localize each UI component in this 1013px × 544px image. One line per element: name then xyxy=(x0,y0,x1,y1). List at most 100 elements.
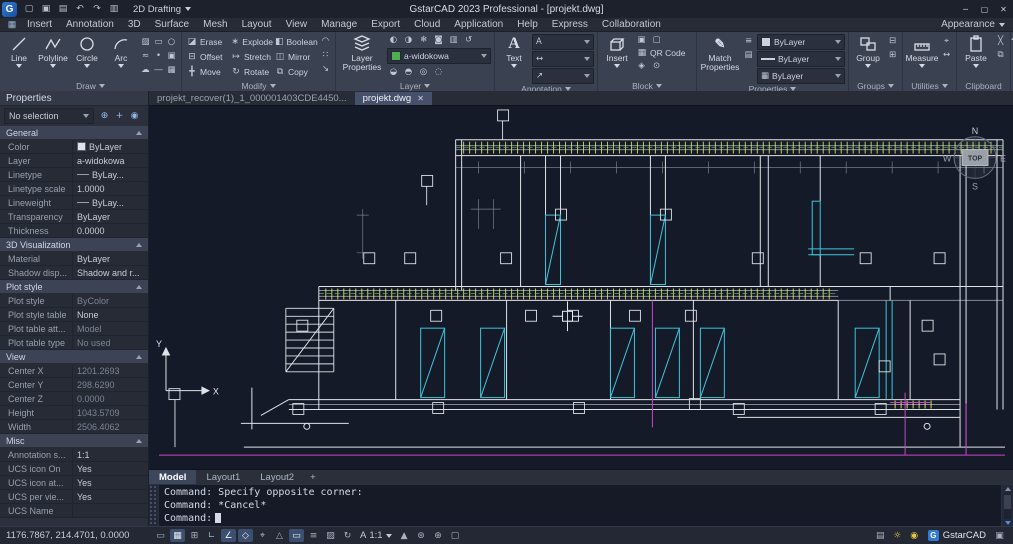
explode-button[interactable]: ∗ Explode xyxy=(229,34,273,49)
property-row[interactable]: Center X 1201.2693 xyxy=(0,364,148,378)
collapse-icon[interactable] xyxy=(136,131,142,135)
model-layout-icon[interactable]: ▭ xyxy=(153,529,168,542)
osnap-icon[interactable]: ◇ xyxy=(238,529,253,542)
tab-layout1[interactable]: Layout1 xyxy=(196,470,250,484)
drawing-tab-active[interactable]: projekt.dwg ✕ xyxy=(355,92,432,105)
section-header-plot-style[interactable]: Plot style xyxy=(0,280,148,294)
dyn-icon[interactable]: ▭ xyxy=(289,529,304,542)
minimize-button[interactable]: ─ xyxy=(956,0,975,18)
ducs-icon[interactable]: △ xyxy=(272,529,287,542)
property-row[interactable]: UCS icon at... Yes xyxy=(0,476,148,490)
point-icon[interactable]: • xyxy=(152,50,165,62)
layer-combo[interactable]: a-widokowa xyxy=(387,48,491,64)
match-properties-button[interactable]: ✎ Match Properties xyxy=(700,34,740,72)
boolean-button[interactable]: ◧ Boolean xyxy=(273,34,317,49)
array-icon[interactable]: ∷ xyxy=(319,49,332,61)
fullscreen-icon[interactable]: ▣ xyxy=(992,529,1007,542)
quick-select-icon[interactable]: ◉ xyxy=(127,109,142,123)
grid-icon[interactable]: ▦ xyxy=(170,529,185,542)
layer-match-icon[interactable]: ▥ xyxy=(447,34,460,46)
line-button[interactable]: Line xyxy=(3,34,35,68)
collapse-icon[interactable] xyxy=(136,439,142,443)
xline-icon[interactable]: ― xyxy=(152,64,165,76)
property-row[interactable]: Linetype scale 1.0000 xyxy=(0,182,148,196)
command-grip[interactable] xyxy=(149,485,159,527)
open-file-icon[interactable]: ▣ xyxy=(38,4,54,14)
property-row[interactable]: Plot table att... Model xyxy=(0,322,148,336)
ortho-icon[interactable]: ∟ xyxy=(204,529,219,542)
ungroup-icon[interactable]: ⊟ xyxy=(886,35,899,47)
measure-button[interactable]: Measure xyxy=(906,34,938,68)
ribbon-tab[interactable]: Application xyxy=(447,18,510,31)
property-row[interactable]: Layer a-widokowa xyxy=(0,154,148,168)
ribbon-tab[interactable]: Mesh xyxy=(196,18,234,31)
drawing-viewport[interactable]: TOP N W E S Y X xyxy=(149,106,1013,469)
fillet-icon[interactable]: ◠ xyxy=(319,35,332,47)
hatch-icon[interactable]: ▨ xyxy=(139,36,152,48)
rectangle-icon[interactable]: ▭ xyxy=(152,36,165,48)
table-icon[interactable]: ▦ xyxy=(165,64,178,76)
lineweight-combo[interactable]: ByLayer xyxy=(757,51,845,67)
ribbon-tab[interactable]: Annotation xyxy=(59,18,121,31)
ribbon-tab[interactable]: View xyxy=(279,18,315,31)
layer-thaw-icon[interactable]: ◓ xyxy=(402,66,415,78)
polyline-button[interactable]: Polyline xyxy=(37,34,69,68)
properties-palette-title[interactable]: Properties xyxy=(0,91,148,106)
spline-icon[interactable]: ≈ xyxy=(139,50,152,62)
stretch-button[interactable]: ↦ Stretch xyxy=(229,49,273,64)
save-icon[interactable]: ▤ xyxy=(55,4,71,14)
ribbon-tab[interactable]: Express xyxy=(545,18,595,31)
properties-list-icon[interactable]: ≡ xyxy=(742,35,755,47)
ribbon-tab[interactable]: Insert xyxy=(20,18,59,31)
group-button[interactable]: Group xyxy=(852,34,884,68)
annotation-style-combo[interactable]: ↔ xyxy=(532,51,594,67)
group-edit-icon[interactable]: ⊞ xyxy=(886,49,899,61)
property-row[interactable]: Material ByLayer xyxy=(0,252,148,266)
select-objects-icon[interactable]: + xyxy=(112,109,127,123)
layer-off-icon[interactable]: ◐ xyxy=(387,34,400,46)
distance-icon[interactable]: ↔ xyxy=(940,49,953,61)
paste-button[interactable]: Paste xyxy=(960,34,992,68)
close-tab-icon[interactable]: ✕ xyxy=(417,94,424,103)
command-scrollbar[interactable] xyxy=(1001,485,1013,527)
layer-previous-icon[interactable]: ↺ xyxy=(462,34,475,46)
maximize-button[interactable]: ▢ xyxy=(975,0,994,18)
ribbon-tab[interactable]: Layout xyxy=(235,18,279,31)
property-row[interactable]: UCS icon On Yes xyxy=(0,462,148,476)
base-point-icon[interactable]: ⊙ xyxy=(650,60,663,72)
property-row[interactable]: Thickness 0.0000 xyxy=(0,224,148,238)
collapse-icon[interactable] xyxy=(136,355,142,359)
collapse-icon[interactable] xyxy=(136,243,142,247)
drawing-tab-recover[interactable]: projekt_recover(1)_1_000001403CDE4450... xyxy=(149,92,355,105)
property-row[interactable]: Plot style ByColor xyxy=(0,294,148,308)
move-button[interactable]: ╋ Move xyxy=(185,64,229,79)
selection-filter-combo[interactable]: No selection xyxy=(4,108,94,124)
menu-grid-icon[interactable]: ▦ xyxy=(4,19,20,30)
ribbon-tab[interactable]: Help xyxy=(510,18,545,31)
add-layout-button[interactable]: + xyxy=(304,470,322,484)
layer-on-icon[interactable]: ◒ xyxy=(387,66,400,78)
close-button[interactable]: ✕ xyxy=(994,0,1013,18)
scrollbar-thumb[interactable] xyxy=(1004,495,1011,509)
property-row[interactable]: Linetype ByLay... xyxy=(0,168,148,182)
mirror-button[interactable]: ◫ Mirror xyxy=(273,49,317,64)
layer-properties-button[interactable]: Layer Properties xyxy=(339,34,385,72)
scale-icon[interactable]: ↘ xyxy=(319,63,332,75)
ribbon-tab[interactable]: Surface xyxy=(148,18,196,31)
property-row[interactable]: UCS per vie... Yes xyxy=(0,490,148,504)
message-icon[interactable]: ▤ xyxy=(873,529,888,542)
tab-layout2[interactable]: Layout2 xyxy=(250,470,304,484)
ribbon-tab[interactable]: Manage xyxy=(314,18,364,31)
property-row[interactable]: Center Z 0.0000 xyxy=(0,392,148,406)
gstarcad-logo-icon[interactable]: G xyxy=(2,2,17,17)
property-row[interactable]: Width 2506.4062 xyxy=(0,420,148,434)
property-row[interactable]: Plot table type No used xyxy=(0,336,148,350)
section-header-misc[interactable]: Misc xyxy=(0,434,148,448)
polar-icon[interactable]: ∠ xyxy=(221,529,236,542)
print-icon[interactable]: ▥ xyxy=(106,4,122,14)
clean-screen-icon[interactable]: ▢ xyxy=(448,529,463,542)
section-header-general[interactable]: General xyxy=(0,126,148,140)
section-header-view[interactable]: View xyxy=(0,350,148,364)
command-input-line[interactable]: Command: xyxy=(164,512,996,525)
annotation-style-combo[interactable]: ↗ xyxy=(532,68,594,84)
